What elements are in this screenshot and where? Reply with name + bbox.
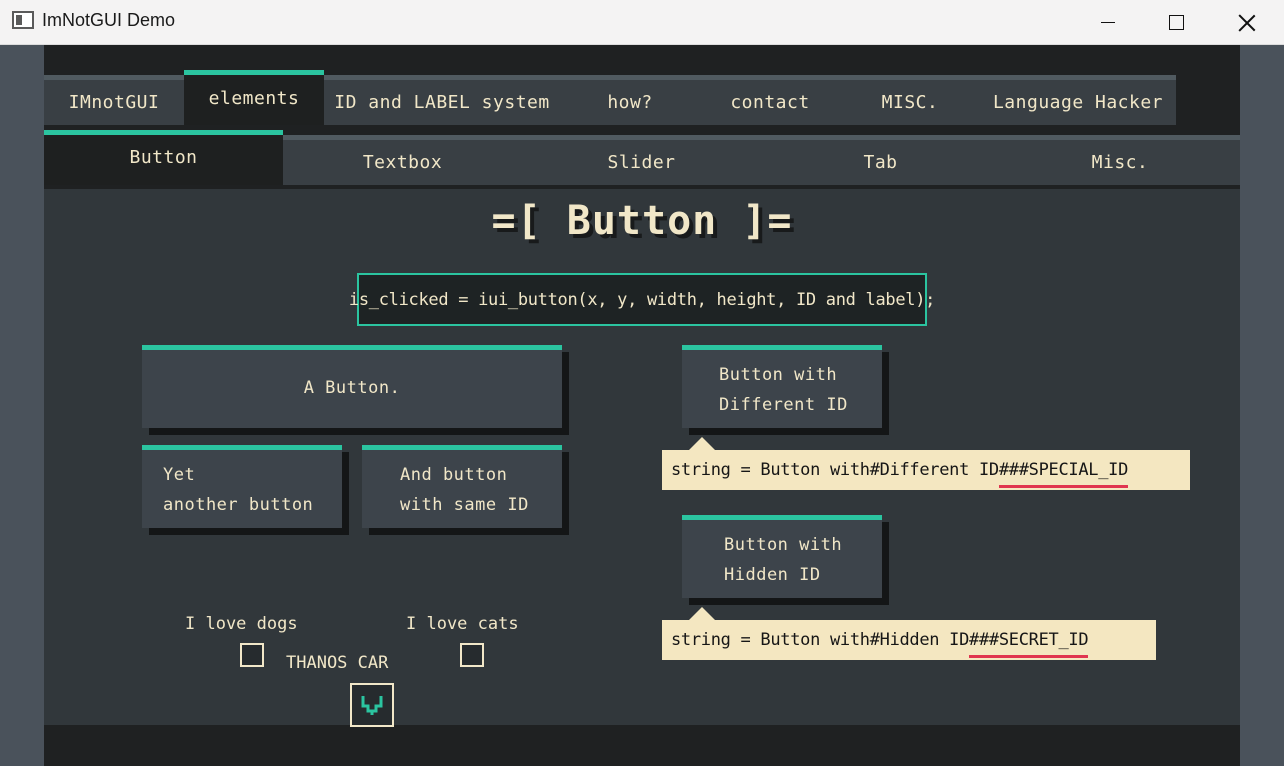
minimize-icon (1101, 21, 1115, 24)
tab-contact[interactable]: contact (700, 75, 840, 125)
close-button[interactable] (1212, 0, 1282, 45)
window-title: ImNotGUI Demo (42, 10, 176, 30)
page-title: =[ Button ]= (491, 198, 793, 244)
thanos-car-checkbox[interactable] (350, 683, 394, 727)
secret-id-text: ###SECRET_ID (969, 630, 1089, 658)
same-id-button[interactable]: And button with same ID (362, 445, 562, 528)
thanos-car-label: THANOS CAR (286, 653, 389, 673)
hidden-id-button-label: Button with Hidden ID (724, 535, 843, 585)
subtab-tab[interactable]: Tab (761, 135, 1000, 185)
tooltip-pointer (689, 607, 715, 620)
cats-checkbox-label: I love cats (406, 614, 519, 634)
tooltip-different-id: string = Button with#Different ID ###SPEC… (662, 450, 1190, 490)
hidden-id-button[interactable]: Button with Hidden ID (682, 515, 882, 598)
subtab-button[interactable]: Button (44, 130, 283, 185)
tab-imnotgui[interactable]: IMnotGUI (44, 75, 184, 125)
tooltip-hidden-string: string = Button with#Hidden ID (671, 630, 970, 650)
app-window-icon (12, 11, 34, 29)
a-button-label: A Button. (303, 378, 401, 398)
tooltip-pointer (689, 437, 715, 450)
subtab-textbox[interactable]: Textbox (283, 135, 522, 185)
checkmark-icon (361, 696, 383, 715)
close-icon (1238, 14, 1256, 32)
tab-id-and-label-system[interactable]: ID and LABEL system (324, 75, 560, 125)
different-id-button-label: Button with Different ID (719, 365, 848, 415)
maximize-icon (1168, 15, 1184, 30)
same-id-button-label: And button with same ID (400, 465, 529, 515)
a-button[interactable]: A Button. (142, 345, 562, 428)
minimize-button[interactable] (1073, 0, 1143, 45)
yet-another-button[interactable]: Yet another button (142, 445, 342, 528)
subtab-slider[interactable]: Slider (522, 135, 761, 185)
maximize-button[interactable] (1141, 0, 1211, 45)
tooltip-different-string: string = Button with#Different ID (671, 460, 999, 480)
tooltip-hidden-id: string = Button with#Hidden ID ###SECRET_… (662, 620, 1156, 660)
dogs-checkbox-label: I love dogs (185, 614, 298, 634)
tab-elements[interactable]: elements (184, 70, 324, 125)
special-id-text: ###SPECIAL_ID (998, 460, 1129, 488)
title-bar: ImNotGUI Demo (0, 0, 1284, 45)
different-id-button[interactable]: Button with Different ID (682, 345, 882, 428)
dogs-checkbox[interactable] (240, 643, 264, 667)
tab-language-hacker[interactable]: Language Hacker (980, 75, 1176, 125)
tab-how[interactable]: how? (560, 75, 700, 125)
cats-checkbox[interactable] (460, 643, 484, 667)
tab-misc[interactable]: MISC. (840, 75, 980, 125)
yet-another-button-label: Yet another button (163, 465, 314, 515)
subtab-misc[interactable]: Misc. (1000, 135, 1240, 185)
code-snippet: is_clicked = iui_button(x, y, width, hei… (349, 273, 935, 326)
